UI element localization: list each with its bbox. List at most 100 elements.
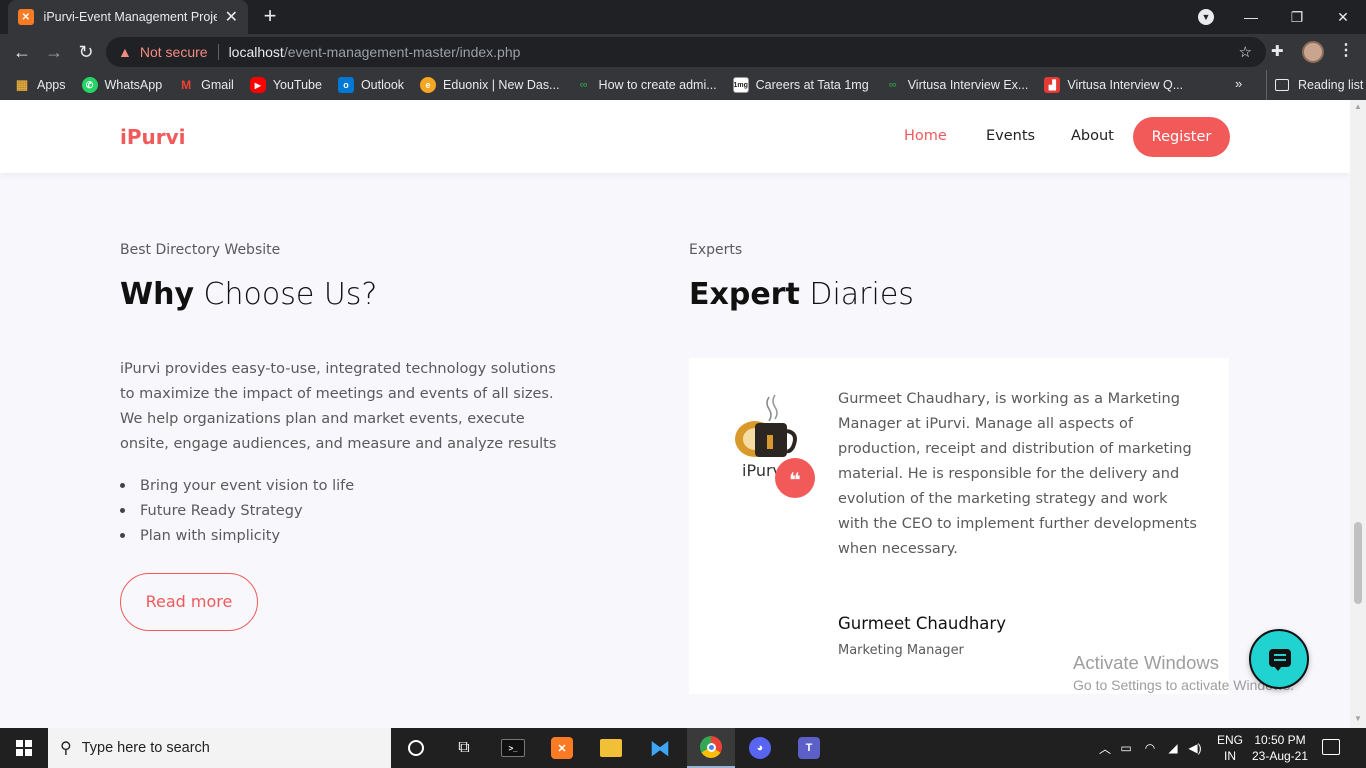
bookmark-tata1mg[interactable]: 1mg Careers at Tata 1mg [732,77,869,93]
gmail-icon: M [181,78,192,92]
url-path: /event-management-master/index.php [283,44,521,60]
show-hidden-icons-icon[interactable]: ︿ [1096,740,1114,757]
bookmark-eduonix[interactable]: e Eduonix | New Das... [420,77,560,93]
more-bookmarks-icon[interactable]: » [1235,76,1242,91]
restore-icon[interactable]: ❐ [1274,9,1320,26]
address-bar[interactable]: ▲ Not secure localhost /event-management… [106,37,1266,67]
clock-time: 10:50 PM [1254,733,1306,747]
eduonix-icon: e [420,77,437,93]
menu-kebab-icon[interactable]: ⋮ [1338,40,1354,60]
system-tray: ︿ ▭ ◠ ◢ ◀) [1096,728,1206,768]
reload-icon[interactable]: ↻ [75,41,97,63]
bookmark-label: Careers at Tata 1mg [755,78,869,92]
scroll-down-icon[interactable]: ▼ [1354,714,1362,723]
experts-heading-rest: Diaries [799,277,914,312]
bookmark-label: YouTube [272,78,322,92]
bookmark-outlook[interactable]: o Outlook [337,77,404,93]
window-controls: — ❐ ✕ [1228,0,1366,34]
minimize-icon[interactable]: — [1228,9,1274,25]
geeksforgeeks-icon: ∞ [579,79,588,91]
reading-list-button[interactable]: Reading list [1266,70,1363,100]
outlook-icon: o [337,77,354,93]
bookmark-geeksforgeeks-1[interactable]: ∞ How to create admi... [576,77,717,93]
wifi-icon[interactable]: ◠ [1138,741,1162,755]
expert-role: Marketing Manager [838,643,964,658]
geeksforgeeks-icon: ∞ [888,79,897,91]
xampp-favicon-icon: ✕ [18,9,34,25]
network-icon[interactable]: ◢ [1162,741,1184,755]
back-icon[interactable]: ← [11,41,33,63]
bookmark-youtube[interactable]: ▶ YouTube [249,77,322,93]
language-indicator[interactable]: ENG IN [1214,732,1246,764]
bookmark-geeksforgeeks-2[interactable]: ∞ Virtusa Interview Ex... [885,77,1029,93]
tab-strip: ✕ iPurvi-Event Management Project ✕ + ▼ … [0,0,1366,34]
browser-toolbar: ← → ↻ ▲ Not secure localhost /event-mana… [0,34,1366,70]
bookmark-gmail[interactable]: M Gmail [178,77,234,93]
profile-avatar[interactable] [1302,41,1324,63]
bookmark-label: Virtusa Interview Q... [1067,78,1184,92]
youtube-icon: ▶ [249,77,266,93]
tab-close-icon[interactable]: ✕ [225,7,238,27]
taskbar-search-box[interactable]: ⚲ Type here to search [48,728,391,768]
taskbar-vscode[interactable]: ⧓ [636,728,684,768]
start-button[interactable] [0,728,48,768]
why-eyebrow: Best Directory Website [120,242,281,258]
task-view-button[interactable]: ⧉ [440,728,488,768]
scrollbar-thumb[interactable] [1354,522,1362,604]
register-button[interactable]: Register [1133,117,1230,157]
bookmark-virtusa[interactable]: ▟ Virtusa Interview Q... [1044,77,1183,93]
volume-icon[interactable]: ◀) [1184,741,1206,755]
terminal-icon: >_ [501,739,525,757]
page-scrollbar[interactable]: ▲ ▼ [1350,100,1366,728]
new-tab-button[interactable]: + [258,4,282,28]
taskbar-clock[interactable]: 10:50 PM 23-Aug-21 [1250,732,1310,764]
security-label[interactable]: Not secure [140,44,208,60]
taskbar-chrome[interactable] [687,728,735,768]
chat-line [1274,654,1286,656]
read-more-button[interactable]: Read more [120,573,258,631]
taskbar-discord[interactable]: ◕ [736,728,784,768]
close-window-icon[interactable]: ✕ [1320,9,1366,26]
omnibox-separator [217,44,219,60]
taskbar-teams[interactable]: T [785,728,833,768]
battery-icon[interactable]: ▭ [1114,741,1138,755]
bullet-dot-icon [120,483,125,488]
activate-windows-title: Activate Windows [1073,652,1219,673]
bullet-text: Future Ready Strategy [140,502,303,519]
chat-bubble-tail [1273,665,1283,671]
nav-events[interactable]: Events [986,128,1035,144]
taskbar-file-explorer[interactable] [587,728,635,768]
taskbar-terminal[interactable]: >_ [489,728,537,768]
tab-search-icon[interactable]: ▼ [1198,9,1214,25]
notifications-icon[interactable] [1322,739,1340,755]
bookmark-whatsapp[interactable]: ✆ WhatsApp [81,77,162,93]
cortana-button[interactable] [392,728,440,768]
nav-about[interactable]: About [1071,128,1114,144]
scroll-up-icon[interactable]: ▲ [1354,102,1362,111]
list-item: Future Ready Strategy [120,498,354,523]
virtusa-icon: ▟ [1044,77,1061,93]
experts-heading: Expert Diaries [689,277,914,312]
forward-icon[interactable]: → [43,41,65,63]
bookmark-star-icon[interactable]: ☆ [1239,43,1252,61]
site-logo[interactable]: iPurvi [120,125,186,149]
nav-home[interactable]: Home [904,128,947,144]
reading-list-icon [1275,79,1289,91]
bookmark-apps[interactable]: ▦ Apps [14,77,66,93]
windows-logo-icon [16,740,32,756]
browser-tab[interactable]: ✕ iPurvi-Event Management Project ✕ [8,0,248,34]
warning-icon[interactable]: ▲ [118,44,132,60]
clock-date: 23-Aug-21 [1251,749,1309,763]
chat-line [1274,659,1286,661]
windows-taskbar: ⚲ Type here to search ⧉ >_ ✕ ⧓ ◕ T ︿ ▭ ◠… [0,728,1366,768]
bullet-dot-icon [120,508,125,513]
chat-widget-button[interactable] [1249,629,1309,689]
url-host: localhost [228,44,284,60]
teams-icon: T [798,737,820,759]
tab-title: iPurvi-Event Management Project [43,10,217,24]
why-heading: Why Choose Us? [120,277,377,312]
extensions-puzzle-icon[interactable]: ✚ [1271,42,1284,60]
web-page: iPurvi Home Events About Register Best D… [0,100,1350,728]
vscode-icon: ⧓ [650,737,670,760]
taskbar-xampp[interactable]: ✕ [538,728,586,768]
